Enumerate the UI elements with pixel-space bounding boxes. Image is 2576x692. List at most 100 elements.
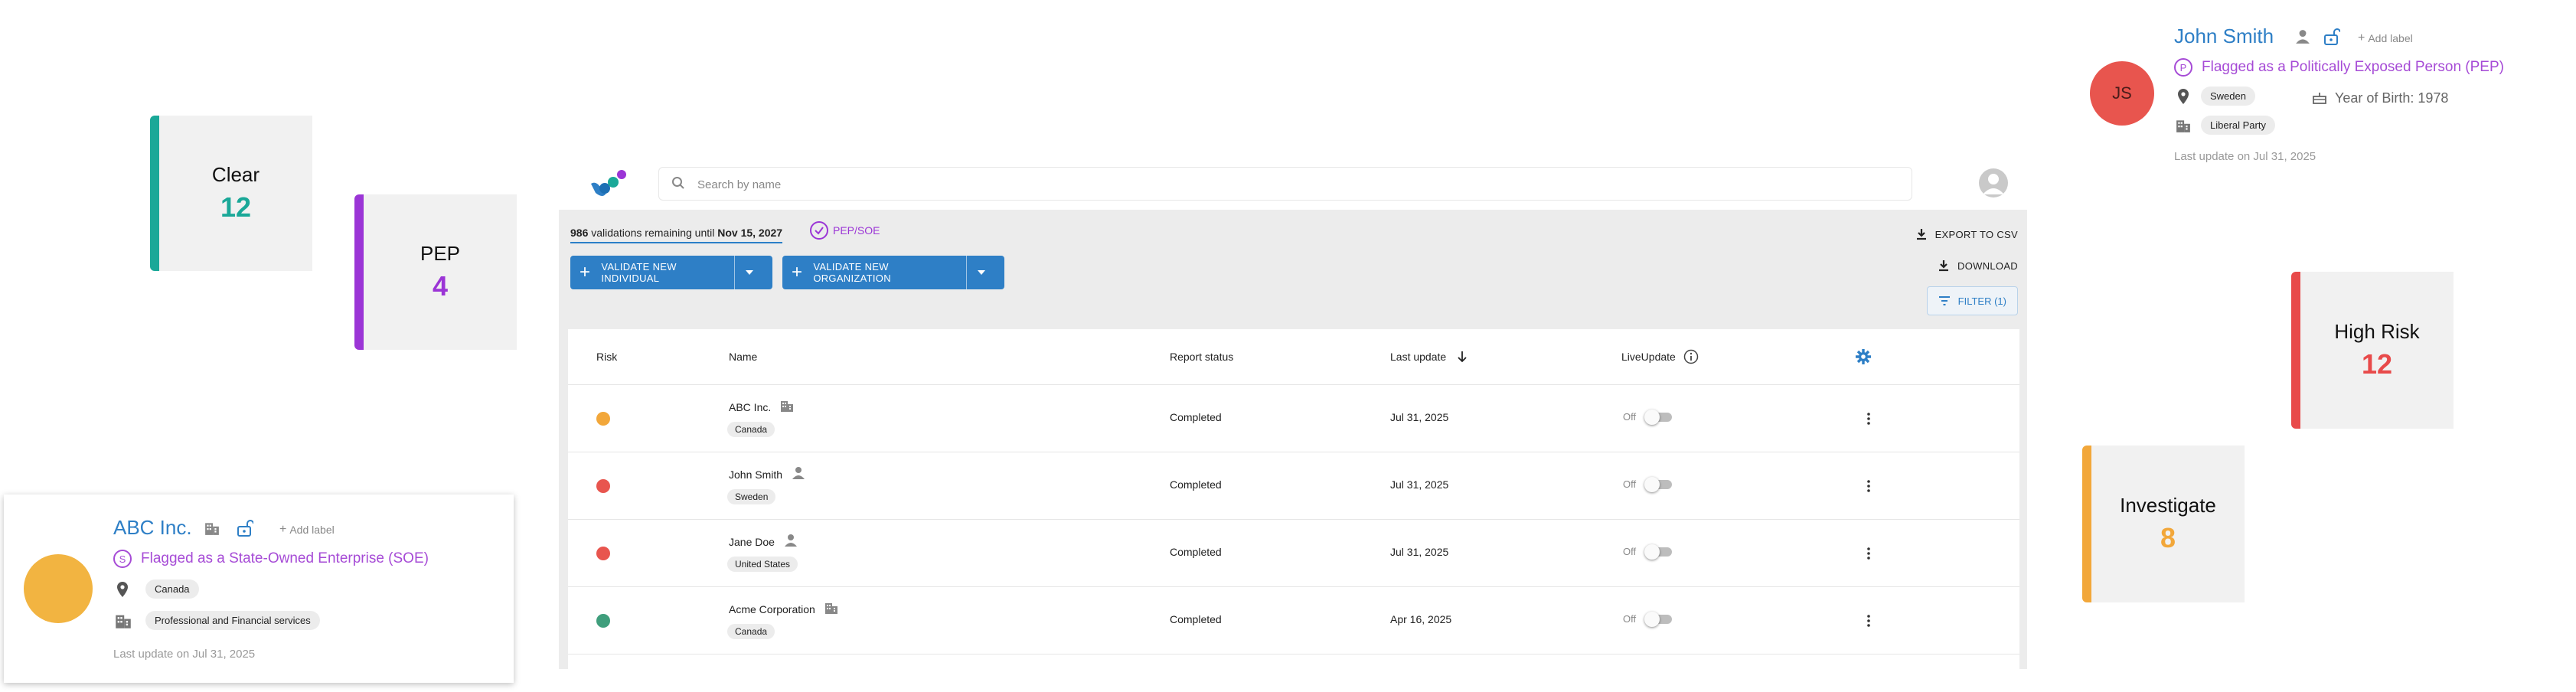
entity-name[interactable]: Acme Corporation	[729, 601, 838, 617]
pep-flag: P Flagged as a Politically Exposed Perso…	[2174, 58, 2504, 77]
liveupdate-state: Off	[1623, 411, 1637, 423]
flag-text: Flagged as a State-Owned Enterprise (SOE…	[141, 550, 429, 566]
download-label: DOWNLOAD	[1957, 260, 2018, 272]
risk-indicator	[596, 412, 610, 426]
avatar: JS	[2090, 61, 2154, 126]
caret-down-icon	[746, 270, 753, 275]
stat-label: Clear	[211, 163, 260, 186]
stat-label: High Risk	[2334, 320, 2420, 343]
search-icon	[671, 176, 685, 194]
entity-title[interactable]: John Smith	[2174, 24, 2274, 48]
liveupdate-state: Off	[1623, 613, 1637, 625]
country-chip: Canada	[145, 579, 199, 599]
column-header-name[interactable]: Name	[729, 329, 757, 384]
liveupdate-toggle[interactable]	[1644, 477, 1672, 492]
more-options-icon[interactable]	[1861, 475, 1876, 497]
validate-organization-button[interactable]: + VALIDATE NEW ORGANIZATION	[782, 256, 966, 289]
stat-card-pep: PEP 4	[354, 194, 517, 350]
building-icon	[824, 601, 838, 617]
pep-soe-filter[interactable]: PEP/SOE	[810, 219, 880, 242]
report-status: Completed	[1170, 613, 1222, 625]
stat-value: 4	[432, 270, 449, 302]
more-options-icon[interactable]	[1861, 610, 1876, 632]
unlock-icon[interactable]	[235, 519, 253, 537]
column-header-last-update[interactable]: Last update	[1390, 329, 1468, 384]
risk-indicator	[596, 479, 610, 493]
remaining-count: 986	[570, 227, 589, 239]
sort-arrow-down-icon	[1458, 351, 1467, 363]
last-update-text: Last update on Jul 31, 2025	[113, 648, 256, 661]
table-row[interactable]: Acme Corporation Canada Completed Apr 16…	[568, 586, 2019, 654]
table-row[interactable]: ABC Inc. Canada Completed Jul 31, 2025 O…	[568, 384, 2019, 452]
avatar-initials: JS	[2112, 83, 2132, 103]
filter-button[interactable]: FILTER (1)	[1926, 286, 2018, 315]
download-button[interactable]: DOWNLOAD	[1938, 260, 2018, 272]
stat-value: 8	[2160, 522, 2176, 553]
validate-organization-label: VALIDATE NEW ORGANIZATION	[813, 261, 891, 284]
more-options-icon[interactable]	[1861, 408, 1876, 429]
unlock-icon[interactable]	[2322, 28, 2340, 46]
liveupdate-toggle[interactable]	[1644, 410, 1672, 425]
entity-name[interactable]: Jane Doe	[729, 534, 798, 550]
liveupdate-toggle[interactable]	[1644, 612, 1672, 627]
stat-value: 12	[2361, 348, 2393, 380]
entity-title[interactable]: ABC Inc.	[113, 516, 192, 540]
add-label-text: Add label	[289, 524, 335, 536]
search-box[interactable]	[658, 167, 1912, 201]
stat-label: Investigate	[2120, 494, 2216, 517]
building-icon	[205, 523, 219, 535]
plus-icon: +	[792, 262, 803, 282]
cake-icon	[2313, 93, 2326, 104]
country-chip: United States	[727, 557, 798, 572]
add-label-button[interactable]: + Add label	[279, 523, 335, 537]
filter-icon	[1938, 296, 1950, 305]
app-logo[interactable]	[588, 167, 634, 201]
more-options-icon[interactable]	[1861, 543, 1876, 564]
validate-individual-button[interactable]: + VALIDATE NEW INDIVIDUAL	[570, 256, 734, 289]
header-label: Risk	[596, 351, 618, 363]
person-detail-card: JS John Smith + Add label P Flagged as a …	[2082, 15, 2572, 176]
location-pin-icon	[117, 582, 128, 597]
liveupdate-toggle[interactable]	[1644, 544, 1672, 560]
column-header-risk[interactable]: Risk	[596, 329, 617, 384]
country-chip: Sweden	[727, 489, 776, 504]
industry-chip: Professional and Financial services	[145, 611, 320, 630]
remaining-text: validations remaining until	[588, 227, 718, 239]
last-update-date: Jul 31, 2025	[1390, 411, 1449, 423]
search-input[interactable]	[696, 172, 1893, 197]
add-label-button[interactable]: + Add label	[2358, 31, 2413, 45]
column-header-liveupdate[interactable]: LiveUpdate	[1621, 329, 1699, 384]
app-window: 986 validations remaining until Nov 15, …	[559, 152, 2027, 669]
info-icon[interactable]	[1683, 349, 1699, 364]
column-settings[interactable]	[1855, 329, 1872, 384]
table-row[interactable]: John Smith Sweden Completed Jul 31, 2025…	[568, 452, 2019, 520]
export-csv-button[interactable]: EXPORT TO CSV	[1915, 228, 2018, 240]
stat-card-high-risk: High Risk 12	[2291, 272, 2454, 429]
validate-individual-dropdown[interactable]	[735, 256, 764, 289]
validate-organization-dropdown[interactable]	[967, 256, 996, 289]
person-icon	[784, 534, 798, 550]
pep-letter-icon: P	[2174, 58, 2192, 77]
column-header-report-status[interactable]: Report status	[1170, 329, 1233, 384]
liveupdate-state: Off	[1623, 546, 1637, 557]
user-avatar[interactable]	[1979, 168, 2008, 197]
entity-name[interactable]: John Smith	[729, 466, 805, 482]
results-table: Risk Name Report status Last update Live…	[568, 329, 2019, 669]
table-row[interactable]: Jane Doe United States Completed Jul 31,…	[568, 519, 2019, 587]
header-label: Name	[729, 351, 758, 363]
entity-name[interactable]: ABC Inc.	[729, 399, 794, 415]
liveupdate-state: Off	[1623, 478, 1637, 490]
soe-flag: S Flagged as a State-Owned Enterprise (S…	[113, 550, 429, 568]
entity-name-text: Acme Corporation	[729, 602, 815, 615]
party-chip: Liberal Party	[2201, 116, 2275, 135]
report-status: Completed	[1170, 546, 1222, 558]
building-icon	[116, 615, 131, 628]
stat-card-clear: Clear 12	[150, 116, 312, 271]
soe-letter-icon: S	[113, 550, 132, 568]
stat-card-investigate: Investigate 8	[2082, 446, 2245, 602]
plus-icon: +	[580, 262, 591, 282]
check-circle-icon	[810, 221, 828, 240]
risk-indicator	[596, 547, 610, 560]
pep-soe-label: PEP/SOE	[833, 224, 880, 237]
header-label: Last update	[1390, 351, 1447, 363]
